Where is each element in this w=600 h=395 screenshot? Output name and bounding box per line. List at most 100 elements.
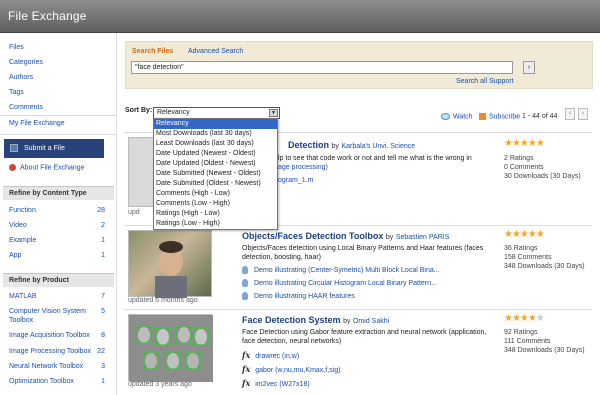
my-file-exchange-link[interactable]: My File Exchange <box>9 120 65 127</box>
nav-comments[interactable]: Comments <box>9 100 43 115</box>
result-title[interactable]: Objects/Faces Detection Toolbox by Sebas… <box>242 231 449 241</box>
tab-search-files[interactable]: Search Files <box>132 48 173 55</box>
file-link[interactable]: fx im2vec (W27x18) <box>242 378 310 388</box>
file-link[interactable]: fx gabor (w,nu,mu,Kmax,f,sig) <box>242 364 340 374</box>
facet-app[interactable]: App 1 <box>9 252 105 259</box>
face-photo-icon <box>155 241 187 298</box>
facet-neural-network[interactable]: Neural Network Toolbox 3 <box>9 363 105 370</box>
comments-count[interactable]: 158 Comments <box>504 254 551 261</box>
result-title-text: Detection <box>288 140 330 150</box>
facet-count: 22 <box>97 348 105 355</box>
by-label: by <box>343 318 351 325</box>
next-page-button[interactable]: › <box>578 108 588 120</box>
rating-stars: ★★★★★ <box>504 229 545 240</box>
result-thumbnail[interactable] <box>128 314 213 382</box>
sort-option-comments-high[interactable]: Comments (High - Low) <box>154 189 277 199</box>
facet-optimization[interactable]: Optimization Toolbox 1 <box>9 378 105 385</box>
sort-option-most-downloads[interactable]: Most Downloads (last 30 days) <box>154 129 277 139</box>
facet-label: Function <box>9 207 36 214</box>
search-input[interactable]: "face detection" <box>131 61 513 74</box>
nav-files[interactable]: Files <box>9 40 43 55</box>
divider <box>0 115 117 116</box>
facet-count: 3 <box>101 363 105 370</box>
nav-tags[interactable]: Tags <box>9 85 43 100</box>
facet-video[interactable]: Video 2 <box>9 222 105 229</box>
function-icon: fx <box>242 378 251 388</box>
about-file-exchange-link[interactable]: About File Exchange <box>9 164 85 171</box>
submit-file-button[interactable]: Submit a File <box>4 139 104 158</box>
by-label: by <box>385 234 394 241</box>
comments-count[interactable]: 0 Comments <box>504 164 544 171</box>
sort-option-submitted-oldest[interactable]: Date Submitted (Oldest - Newest) <box>154 179 277 189</box>
result-count: 1 - 44 of 44 <box>522 113 558 120</box>
search-go-button[interactable]: › <box>523 61 535 74</box>
file-link[interactable]: ogram_1.m <box>278 177 313 184</box>
prev-page-button[interactable]: ‹ <box>565 108 575 120</box>
file-link-text: gabor (w,nu,mu,Kmax,f,sig) <box>255 367 341 374</box>
sort-option-least-downloads[interactable]: Least Downloads (last 30 days) <box>154 139 277 149</box>
function-icon: fx <box>242 364 251 374</box>
sort-option-submitted-newest[interactable]: Date Submitted (Newest - Oldest) <box>154 169 277 179</box>
result-tags[interactable]: age processing) <box>278 163 528 172</box>
result-item: updated 6 months ago Objects/Faces Detec… <box>124 225 592 309</box>
downloads-count: 30 Downloads (30 Days) <box>504 173 581 180</box>
sort-by-label: Sort By: <box>125 107 153 114</box>
sort-option-updated-oldest[interactable]: Date Updated (Oldest - Newest) <box>154 159 277 169</box>
result-title[interactable]: Face Detection System by Omid Sakhi <box>242 315 389 325</box>
nav-categories[interactable]: Categories <box>9 55 43 70</box>
ratings-count[interactable]: 92 Ratings <box>504 329 537 336</box>
result-title[interactable]: Detection by Karbala's Unvi. Science <box>288 140 415 150</box>
facet-count: 8 <box>101 332 105 339</box>
search-panel: Search Files Advanced Search "face detec… <box>125 41 593 89</box>
ratings-count[interactable]: 2 Ratings <box>504 155 534 162</box>
sort-option-relevancy[interactable]: Relevancy <box>154 119 277 129</box>
sort-option-ratings-high[interactable]: Ratings (High - Low) <box>154 209 277 219</box>
facet-image-processing[interactable]: Image Processing Toolbox 22 <box>9 348 105 355</box>
facet-matlab[interactable]: MATLAB 7 <box>9 293 105 300</box>
bulb-icon <box>242 292 248 300</box>
file-link[interactable]: Demo illustrating HAAR features <box>242 292 355 300</box>
facet-count: 1 <box>101 237 105 244</box>
file-link-text: Demo illustrating HAAR features <box>254 292 355 300</box>
file-link[interactable]: fx drawrec (in,w) <box>242 350 299 360</box>
sort-option-comments-low[interactable]: Comments (Low - High) <box>154 199 277 209</box>
facet-label: MATLAB <box>9 293 37 300</box>
facet-label: Optimization Toolbox <box>9 378 74 385</box>
file-link-text: Demo illustrating Circular Histogram Loc… <box>254 279 437 287</box>
facet-image-acquisition[interactable]: Image Acquisition Toolbox 8 <box>9 332 105 339</box>
sort-option-updated-newest[interactable]: Date Updated (Newest - Oldest) <box>154 149 277 159</box>
author-link[interactable]: Omid Sakhi <box>353 318 389 325</box>
sort-selected-value: Relevancy <box>157 109 190 116</box>
facet-label: Neural Network Toolbox <box>9 363 84 370</box>
author-link[interactable]: Sebastien PARIS <box>396 234 450 241</box>
sort-option-ratings-low[interactable]: Ratings (Low - High) <box>154 219 277 229</box>
author-link[interactable]: Karbala's Unvi. Science <box>341 143 415 150</box>
chevron-down-icon[interactable]: ▼ <box>269 109 278 117</box>
nav-authors[interactable]: Authors <box>9 70 43 85</box>
divider <box>0 134 117 135</box>
advanced-search-link[interactable]: Advanced Search <box>188 48 243 55</box>
watch-link[interactable]: Watch <box>441 113 473 120</box>
facet-function[interactable]: Function 28 <box>9 207 105 214</box>
facet-count: 28 <box>97 207 105 214</box>
updated-text: updated 6 months ago <box>128 297 198 304</box>
downloads-count: 348 Downloads (30 Days) <box>504 263 585 270</box>
result-thumbnail[interactable] <box>128 230 212 298</box>
comments-count[interactable]: 111 Comments <box>504 338 550 345</box>
watch-label: Watch <box>453 113 473 121</box>
facet-label: Image Processing Toolbox <box>9 348 91 355</box>
facet-label: Example <box>9 237 37 244</box>
title-bar: File Exchange <box>0 0 600 33</box>
search-all-support-link[interactable]: Search all Support <box>456 78 514 85</box>
subscribe-link[interactable]: Subscribe <box>479 113 520 120</box>
facet-example[interactable]: Example 1 <box>9 237 105 244</box>
by-label: by <box>331 143 339 150</box>
facet-computer-vision[interactable]: Computer Vision System Toolbox 5 <box>9 307 105 325</box>
file-link[interactable]: Demo illustrating Circular Histogram Loc… <box>242 279 437 287</box>
globe-icon <box>9 164 16 171</box>
ratings-count[interactable]: 36 Ratings <box>504 245 537 252</box>
file-link[interactable]: Demo illustrating (Center-Symetric) Mult… <box>242 266 440 274</box>
facet-count: 1 <box>101 378 105 385</box>
updated-text: updated 3 years ago <box>128 381 192 388</box>
refine-product-heading: Refine by Product <box>3 273 114 287</box>
